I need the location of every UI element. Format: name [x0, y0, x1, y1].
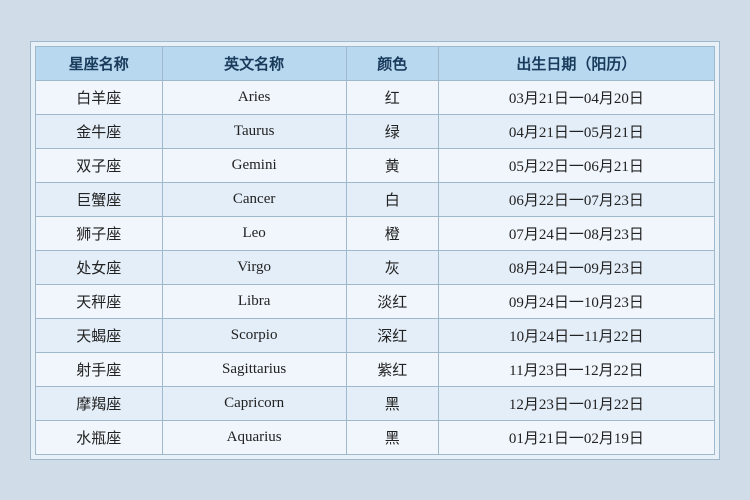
cell-english: Scorpio: [162, 318, 346, 352]
cell-color: 紫红: [346, 352, 438, 386]
table-row: 处女座Virgo灰08月24日一09月23日: [36, 250, 715, 284]
cell-color: 黑: [346, 420, 438, 454]
cell-color: 灰: [346, 250, 438, 284]
cell-color: 淡红: [346, 284, 438, 318]
cell-english: Sagittarius: [162, 352, 346, 386]
cell-dates: 01月21日一02月19日: [438, 420, 714, 454]
zodiac-table-container: 星座名称 英文名称 颜色 出生日期（阳历） 白羊座Aries红03月21日一04…: [30, 41, 720, 460]
cell-chinese: 巨蟹座: [36, 182, 163, 216]
table-row: 射手座Sagittarius紫红11月23日一12月22日: [36, 352, 715, 386]
table-row: 水瓶座Aquarius黑01月21日一02月19日: [36, 420, 715, 454]
cell-chinese: 射手座: [36, 352, 163, 386]
cell-chinese: 天蝎座: [36, 318, 163, 352]
cell-english: Aquarius: [162, 420, 346, 454]
header-color: 颜色: [346, 46, 438, 80]
cell-english: Gemini: [162, 148, 346, 182]
cell-color: 深红: [346, 318, 438, 352]
cell-dates: 06月22日一07月23日: [438, 182, 714, 216]
cell-chinese: 摩羯座: [36, 386, 163, 420]
cell-chinese: 天秤座: [36, 284, 163, 318]
cell-dates: 10月24日一11月22日: [438, 318, 714, 352]
zodiac-table: 星座名称 英文名称 颜色 出生日期（阳历） 白羊座Aries红03月21日一04…: [35, 46, 715, 455]
table-row: 狮子座Leo橙07月24日一08月23日: [36, 216, 715, 250]
table-row: 天蝎座Scorpio深红10月24日一11月22日: [36, 318, 715, 352]
cell-dates: 05月22日一06月21日: [438, 148, 714, 182]
cell-english: Virgo: [162, 250, 346, 284]
cell-dates: 12月23日一01月22日: [438, 386, 714, 420]
table-row: 天秤座Libra淡红09月24日一10月23日: [36, 284, 715, 318]
table-row: 双子座Gemini黄05月22日一06月21日: [36, 148, 715, 182]
cell-chinese: 处女座: [36, 250, 163, 284]
cell-dates: 09月24日一10月23日: [438, 284, 714, 318]
header-date: 出生日期（阳历）: [438, 46, 714, 80]
cell-color: 橙: [346, 216, 438, 250]
table-row: 巨蟹座Cancer白06月22日一07月23日: [36, 182, 715, 216]
table-row: 金牛座Taurus绿04月21日一05月21日: [36, 114, 715, 148]
cell-dates: 08月24日一09月23日: [438, 250, 714, 284]
table-header-row: 星座名称 英文名称 颜色 出生日期（阳历）: [36, 46, 715, 80]
cell-dates: 07月24日一08月23日: [438, 216, 714, 250]
cell-chinese: 双子座: [36, 148, 163, 182]
cell-color: 红: [346, 80, 438, 114]
header-english: 英文名称: [162, 46, 346, 80]
cell-english: Taurus: [162, 114, 346, 148]
header-chinese: 星座名称: [36, 46, 163, 80]
cell-english: Leo: [162, 216, 346, 250]
cell-color: 黑: [346, 386, 438, 420]
cell-color: 绿: [346, 114, 438, 148]
cell-chinese: 水瓶座: [36, 420, 163, 454]
cell-english: Cancer: [162, 182, 346, 216]
cell-color: 黄: [346, 148, 438, 182]
cell-english: Capricorn: [162, 386, 346, 420]
cell-dates: 11月23日一12月22日: [438, 352, 714, 386]
cell-dates: 04月21日一05月21日: [438, 114, 714, 148]
cell-chinese: 狮子座: [36, 216, 163, 250]
cell-chinese: 白羊座: [36, 80, 163, 114]
cell-chinese: 金牛座: [36, 114, 163, 148]
cell-english: Libra: [162, 284, 346, 318]
cell-dates: 03月21日一04月20日: [438, 80, 714, 114]
cell-color: 白: [346, 182, 438, 216]
cell-english: Aries: [162, 80, 346, 114]
table-row: 摩羯座Capricorn黑12月23日一01月22日: [36, 386, 715, 420]
table-row: 白羊座Aries红03月21日一04月20日: [36, 80, 715, 114]
